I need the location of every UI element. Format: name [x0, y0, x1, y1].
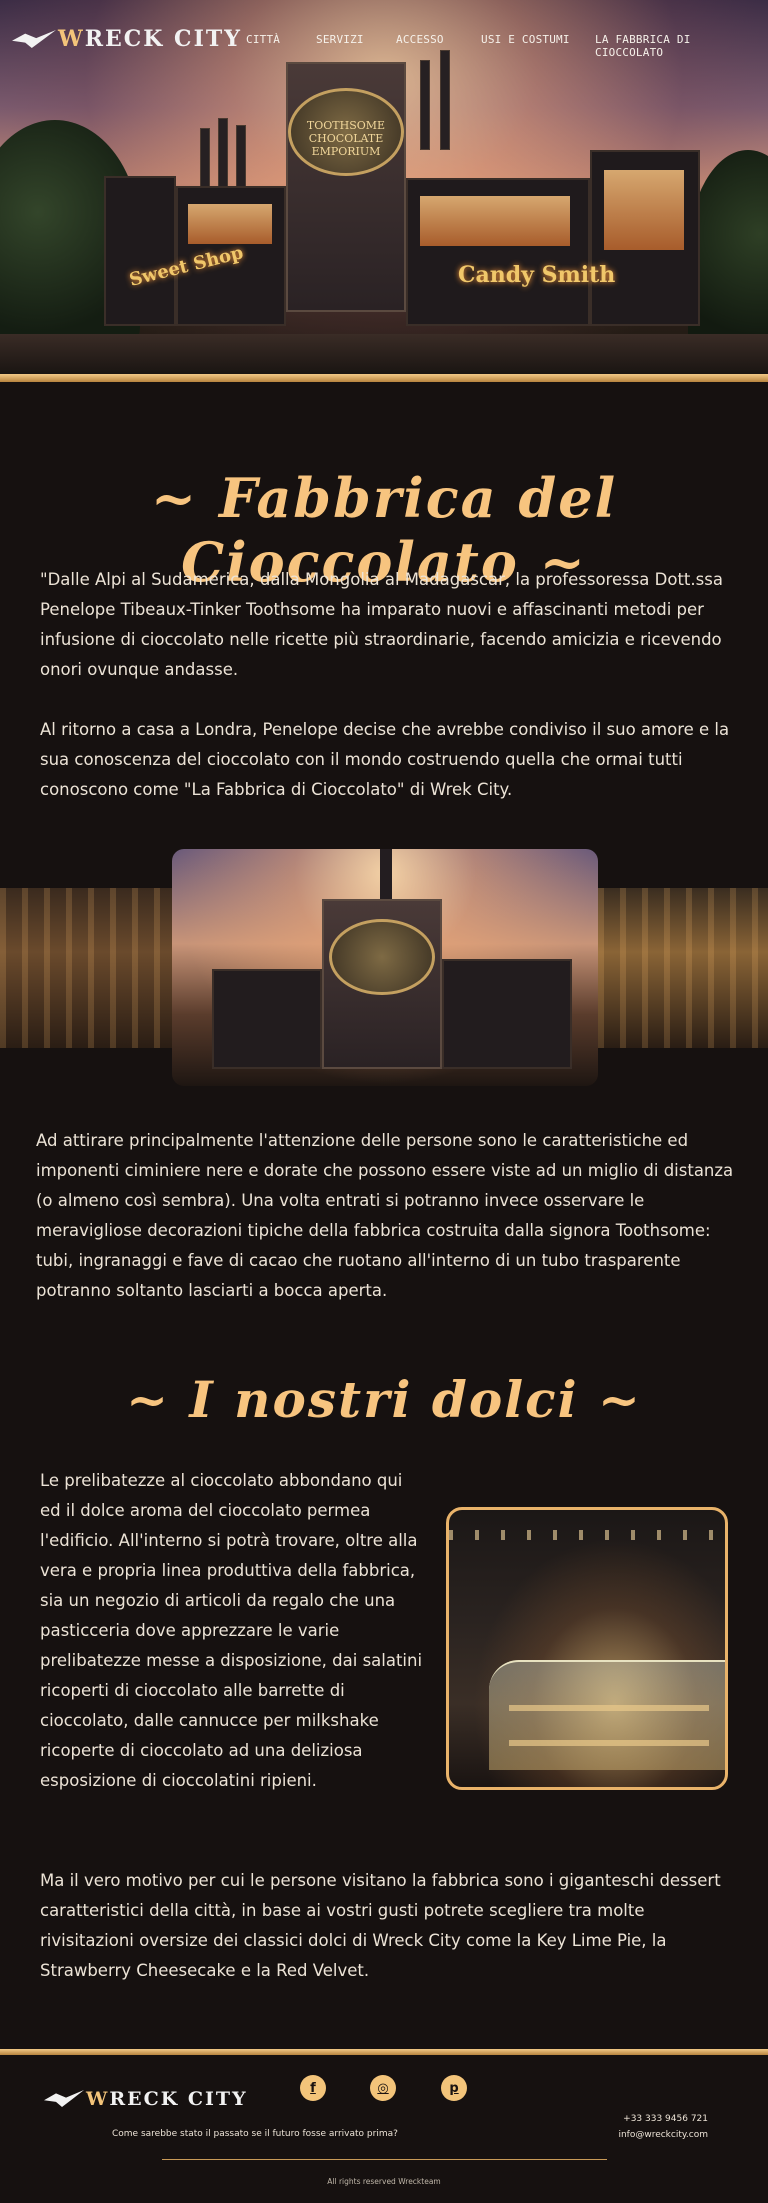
footer-divider — [162, 2159, 607, 2160]
emporium-sign — [329, 919, 435, 995]
ceiling-lights — [449, 1530, 725, 1540]
window — [420, 196, 570, 246]
chimney — [440, 50, 450, 150]
left-building — [212, 969, 322, 1069]
chimney — [218, 118, 228, 188]
site-logo[interactable]: WRECK CITY — [10, 22, 242, 56]
nav-item-fabbrica[interactable]: LA FABBRICA DI CIOCCOLATO — [595, 33, 735, 59]
window — [188, 204, 272, 244]
emporium-sign: TOOTHSOME CHOCOLATE EMPORIUM — [288, 88, 404, 176]
nav-item-usi-e-costumi[interactable]: USI E COSTUMI — [481, 33, 595, 59]
logo-text: WRECK CITY — [58, 26, 242, 52]
footer-logo[interactable]: WRECK CITY — [42, 2083, 248, 2115]
hero-gold-border — [0, 374, 768, 382]
chimney — [380, 849, 392, 905]
pastry-case — [489, 1660, 725, 1770]
footer-logo-text: WRECK CITY — [86, 2088, 248, 2110]
intro-paragraph: "Dalle Alpi al Sudamerica, dalla Mongoli… — [40, 570, 723, 679]
chimney — [236, 125, 246, 187]
facebook-icon[interactable]: f — [300, 2075, 326, 2101]
footer-tagline: Come sarebbe stato il passato se il futu… — [112, 2129, 398, 2139]
pinterest-icon[interactable]: p — [441, 2075, 467, 2101]
contact-info: +33 333 9456 721 info@wreckcity.com — [618, 2111, 708, 2143]
london-paragraph: Al ritorno a casa a Londra, Penelope dec… — [40, 720, 730, 799]
section-title-dolci: ~ I nostri dolci ~ — [126, 1370, 642, 1429]
left-building — [104, 176, 176, 326]
trees-right — [688, 150, 768, 360]
case-shelf — [509, 1740, 709, 1746]
nav-item-servizi[interactable]: SERVIZI — [316, 33, 396, 59]
nav-item-accesso[interactable]: ACCESSO — [396, 33, 481, 59]
contact-phone: +33 333 9456 721 — [623, 2114, 708, 2124]
contact-email[interactable]: info@wreckcity.com — [618, 2127, 708, 2143]
footer: WRECK CITY Come sarebbe stato il passato… — [0, 2055, 768, 2203]
gallery-image-left[interactable] — [0, 888, 172, 1048]
copyright: All rights reserved Wreckteam — [327, 2177, 441, 2186]
main-nav: CITTÀ SERVIZI ACCESSO USI E COSTUMI LA F… — [246, 33, 735, 59]
pastry-display-image — [446, 1507, 728, 1790]
nav-item-citta[interactable]: CITTÀ — [246, 33, 316, 59]
dolci-paragraph: Le prelibatezze al cioccolato abbondano … — [40, 1471, 423, 1790]
bird-logo-icon — [10, 22, 58, 56]
candy-smith-sign: Candy Smith — [458, 262, 616, 288]
chimney — [200, 128, 210, 188]
gallery-image-right[interactable] — [598, 888, 768, 1048]
window — [604, 170, 684, 250]
instagram-icon[interactable]: ◎ — [370, 2075, 396, 2101]
chimneys-paragraph: Ad attirare principalmente l'attenzione … — [36, 1131, 734, 1300]
case-shelf — [509, 1705, 709, 1711]
bird-logo-icon — [42, 2083, 86, 2115]
chimney — [420, 60, 430, 150]
gallery-image-main[interactable] — [172, 849, 598, 1086]
right-building — [442, 959, 572, 1069]
plaza — [0, 334, 768, 374]
desserts-paragraph: Ma il vero motivo per cui le persone vis… — [40, 1871, 721, 1980]
